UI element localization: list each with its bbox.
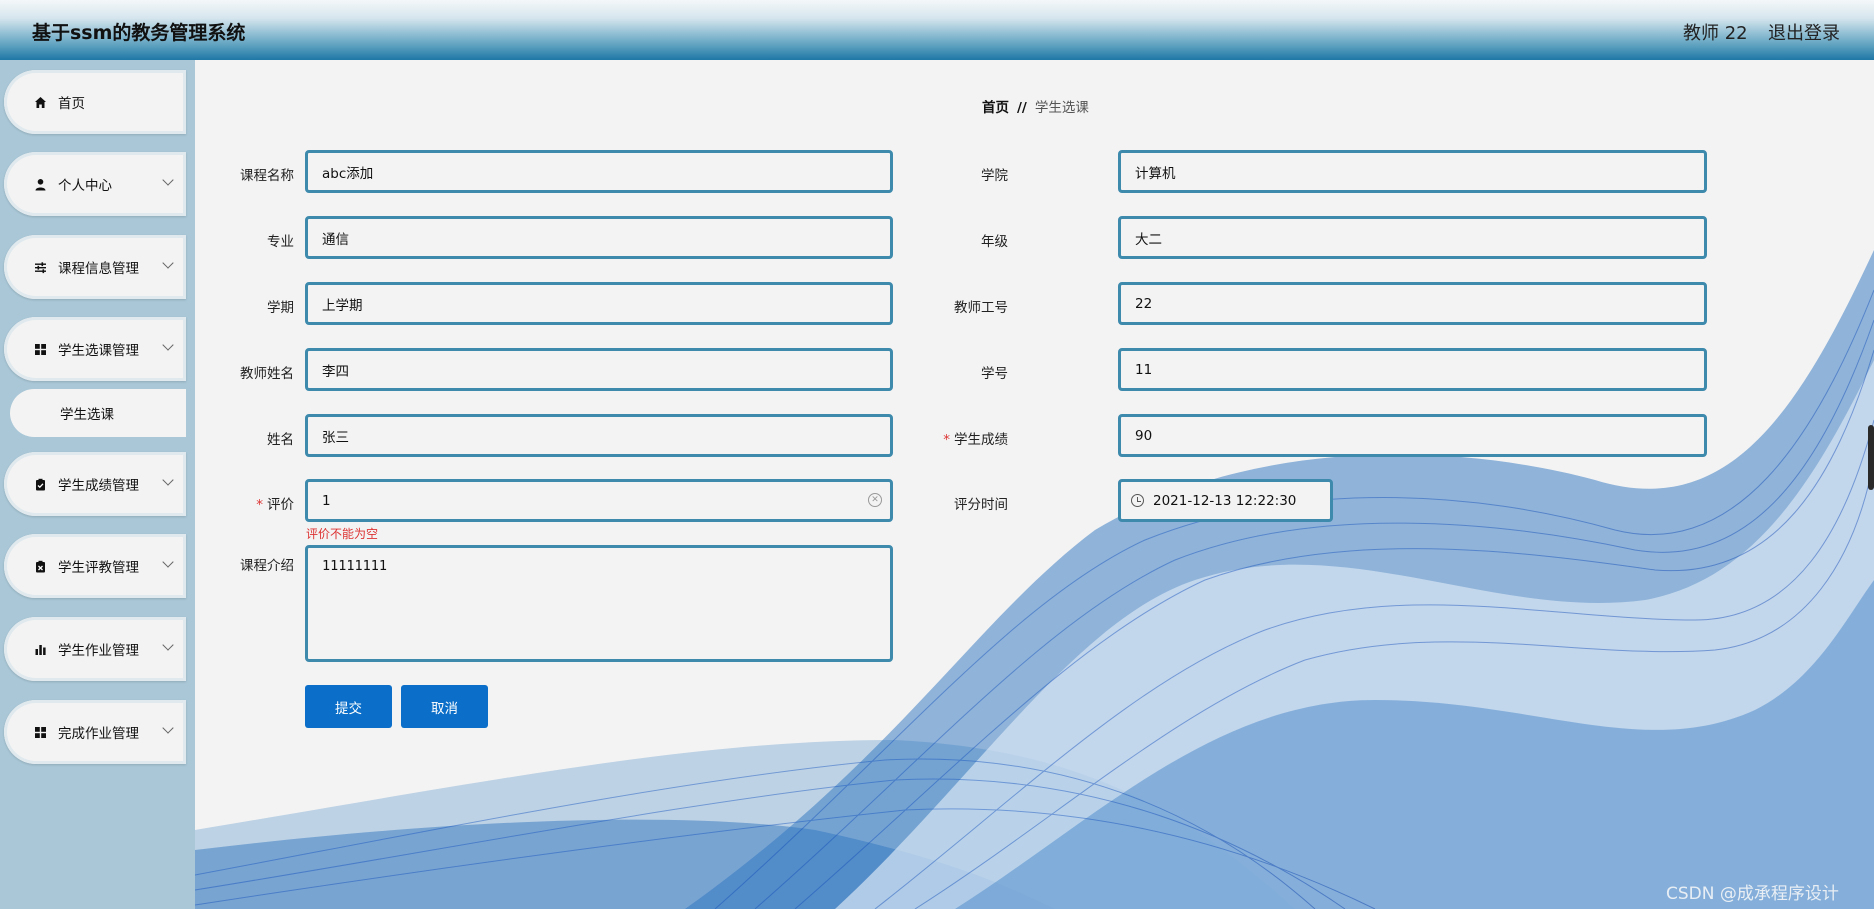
clipboard-check-icon (32, 476, 48, 492)
breadcrumb-current: 学生选课 (1034, 100, 1089, 116)
sidebar-item-personal-center[interactable]: 个人中心 (4, 152, 186, 216)
chevron-down-icon (162, 722, 174, 734)
chevron-down-icon (162, 339, 174, 351)
sidebar-subitem-label: 学生选课 (60, 407, 114, 423)
sidebar-item-completed-homework[interactable]: 完成作业管理 (4, 700, 186, 764)
eval-time-label: 评分时间 (954, 497, 1008, 513)
breadcrumb-home[interactable]: 首页 (982, 100, 1009, 116)
chevron-down-icon (162, 639, 174, 651)
semester-field[interactable]: 上学期 (305, 282, 893, 325)
sidebar-item-home[interactable]: 首页 (4, 70, 186, 134)
clipboard-x-icon (32, 558, 48, 574)
major-label: 专业 (267, 234, 294, 250)
semester-label: 学期 (267, 300, 294, 316)
grid-icon (32, 341, 48, 357)
sidebar-item-label: 学生评教管理 (58, 560, 139, 576)
sidebar-item-course-selection[interactable]: 学生选课管理 (4, 317, 186, 381)
teacher-id-field[interactable]: 22 (1118, 282, 1707, 325)
scrollbar-thumb[interactable] (1868, 425, 1874, 490)
eval-time-value: 2021-12-13 12:22:30 (1153, 492, 1297, 509)
sidebar-item-label: 完成作业管理 (58, 726, 139, 742)
breadcrumb: 首页 // 学生选课 (982, 96, 1089, 116)
grid-icon (32, 724, 48, 740)
chevron-down-icon (162, 556, 174, 568)
required-mark: * (943, 432, 950, 448)
app-title: 基于ssm的教务管理系统 (32, 22, 246, 44)
chevron-down-icon (162, 474, 174, 486)
breadcrumb-separator: // (1017, 100, 1027, 116)
evaluation-value: 1 (322, 492, 331, 509)
grade-label: 年级 (981, 234, 1008, 250)
course-intro-textarea[interactable]: 11111111 (305, 545, 893, 662)
required-mark: * (256, 497, 263, 513)
evaluation-label: * 评价 (256, 497, 294, 513)
evaluation-error: 评价不能为空 (306, 527, 379, 541)
sidebar-item-label: 个人中心 (58, 178, 112, 194)
chevron-down-icon (162, 174, 174, 186)
course-intro-label: 课程介绍 (240, 558, 294, 574)
sidebar-item-label: 学生选课管理 (58, 343, 139, 359)
sidebar-item-label: 学生成绩管理 (58, 478, 139, 494)
watermark-text: CSDN @成承程序设计 (1666, 884, 1839, 904)
major-field[interactable]: 通信 (305, 216, 893, 259)
cancel-button[interactable]: 取消 (401, 685, 488, 728)
grade-field[interactable]: 大二 (1118, 216, 1707, 259)
home-icon (32, 94, 48, 110)
sidebar-item-course-info[interactable]: 课程信息管理 (4, 235, 186, 299)
eval-time-picker[interactable]: 2021-12-13 12:22:30 (1118, 479, 1333, 522)
submit-button[interactable]: 提交 (305, 685, 392, 728)
sidebar-item-homework[interactable]: 学生作业管理 (4, 617, 186, 681)
user-icon (32, 176, 48, 192)
college-field[interactable]: 计算机 (1118, 150, 1707, 193)
course-name-label: 课程名称 (240, 168, 294, 184)
score-label: * 学生成绩 (943, 432, 1008, 448)
top-header: 基于ssm的教务管理系统 教师 22 退出登录 (0, 0, 1874, 60)
college-label: 学院 (981, 168, 1008, 184)
sidebar-item-grades[interactable]: 学生成绩管理 (4, 452, 186, 516)
sidebar-item-label: 首页 (58, 96, 85, 112)
course-name-field[interactable]: abc添加 (305, 150, 893, 193)
teacher-id-label: 教师工号 (954, 300, 1008, 316)
bar-chart-icon (32, 641, 48, 657)
clear-icon[interactable]: ✕ (868, 493, 882, 507)
student-id-field[interactable]: 11 (1118, 348, 1707, 391)
current-user-label: 教师 22 (1683, 23, 1748, 44)
logout-link[interactable]: 退出登录 (1768, 19, 1840, 45)
clock-icon (1131, 494, 1144, 507)
sliders-icon (32, 259, 48, 275)
student-name-field[interactable]: 张三 (305, 414, 893, 457)
main-content: 首页 // 学生选课 课程名称 abc添加 专业 通信 学期 上学期 教师姓名 李四… (195, 60, 1874, 909)
chevron-down-icon (162, 257, 174, 269)
sidebar: 首页 个人中心 课程信息管理 学生选课管理 学生选课 学生成绩管理 学生评教管理… (0, 60, 195, 909)
score-field[interactable]: 90 (1118, 414, 1707, 457)
student-name-label: 姓名 (267, 432, 294, 448)
teacher-name-field[interactable]: 李四 (305, 348, 893, 391)
student-id-label: 学号 (981, 366, 1008, 382)
teacher-name-label: 教师姓名 (240, 366, 294, 382)
sidebar-item-teaching-evaluation[interactable]: 学生评教管理 (4, 534, 186, 598)
sidebar-item-label: 学生作业管理 (58, 643, 139, 659)
evaluation-field[interactable]: 1 ✕ (305, 479, 893, 522)
sidebar-subitem-student-selection[interactable]: 学生选课 (10, 389, 186, 437)
sidebar-item-label: 课程信息管理 (58, 261, 139, 277)
